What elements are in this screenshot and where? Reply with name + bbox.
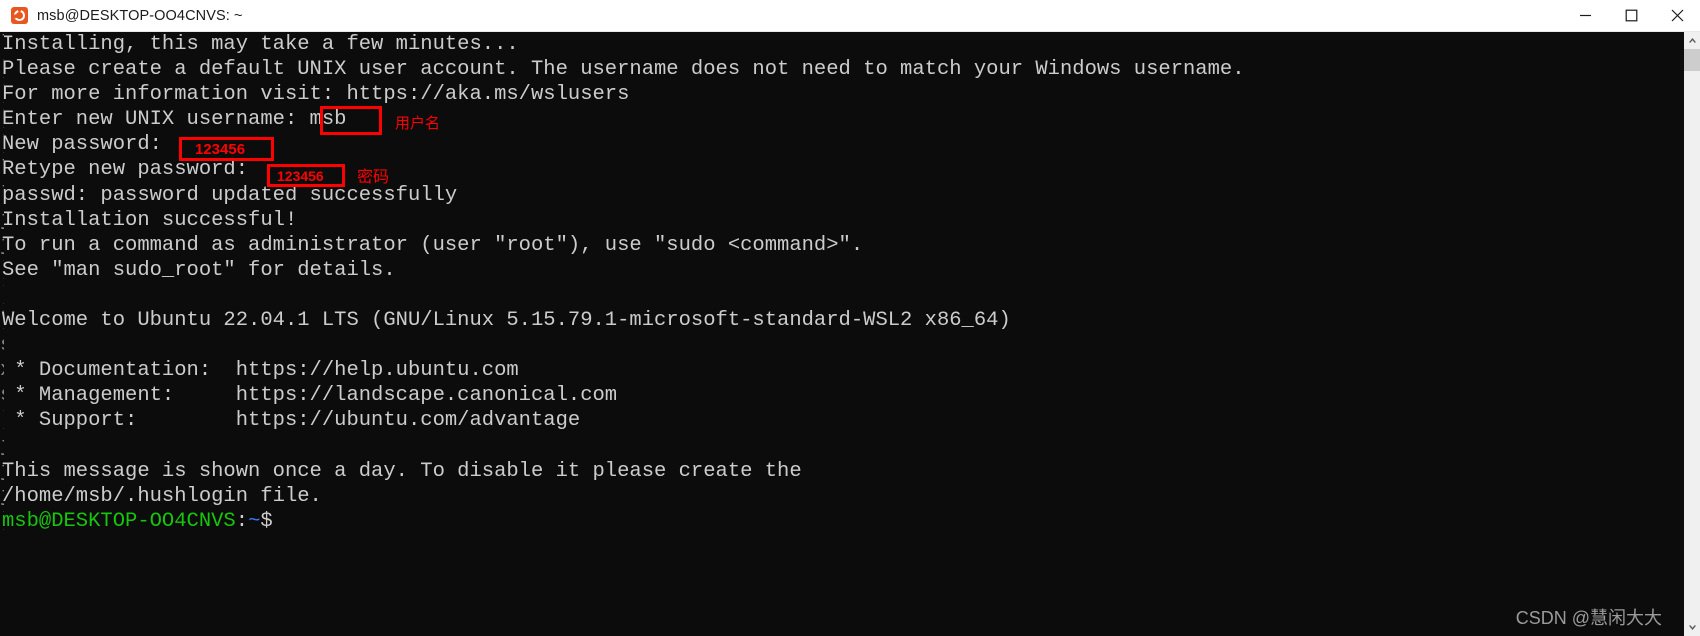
scroll-up-button[interactable] (1684, 32, 1700, 49)
scroll-down-arrow-icon (1688, 625, 1696, 630)
terminal-line: This message is shown once a day. To dis… (2, 459, 802, 483)
close-button[interactable] (1654, 0, 1700, 32)
scroll-down-button[interactable] (1684, 619, 1700, 636)
terminal-line: To run a command as administrator (user … (2, 233, 864, 257)
scrollbar-thumb[interactable] (1684, 49, 1700, 71)
terminal-line: Installing, this may take a few minutes.… (2, 33, 519, 56)
window-titlebar[interactable]: msb@DESKTOP-OO4CNVS: ~ (0, 0, 1700, 32)
terminal-prompt-line: msb@DESKTOP-OO4CNVS:~$ (0, 509, 1245, 534)
terminal-line: passwd: password updated successfully (2, 183, 458, 207)
vertical-scrollbar[interactable] (1684, 32, 1700, 636)
terminal-line: Please create a default UNIX user accoun… (2, 58, 1245, 82)
terminal-lines: Installing, this may take a few minutes.… (0, 32, 1245, 534)
terminal-line: For more information visit: https://aka.… (2, 83, 630, 107)
prompt-path: ~ (248, 509, 261, 533)
terminal-output-area[interactable]: l ) ) ) ) l l j j ) ) ) s x s ) j j j ) … (0, 32, 1684, 636)
prompt-userhost: msb@DESKTOP-OO4CNVS (2, 509, 236, 533)
terminal-line: See "man sudo_root" for details. (2, 258, 396, 282)
maximize-icon (1625, 9, 1637, 22)
scroll-up-arrow-icon (1688, 38, 1696, 43)
terminal-window: msb@DESKTOP-OO4CNVS: ~ l ) ) ) ) l l j j… (0, 0, 1700, 636)
minimize-icon (1579, 14, 1591, 17)
titlebar-left-group: msb@DESKTOP-OO4CNVS: ~ (0, 0, 243, 32)
minimize-button[interactable] (1562, 0, 1608, 32)
maximize-button[interactable] (1608, 0, 1654, 32)
watermark: CSDN @慧闲大大 (1515, 608, 1662, 628)
window-title: msb@DESKTOP-OO4CNVS: ~ (37, 7, 243, 24)
close-icon (1671, 9, 1683, 22)
prompt-symbol: $ (260, 509, 273, 533)
terminal-line: Installation successful! (2, 208, 298, 232)
ubuntu-icon (11, 7, 28, 24)
terminal-line-new-password: New password: (2, 133, 175, 157)
terminal-line-retype-password: Retype new password: (2, 158, 261, 182)
terminal-line: /home/msb/.hushlogin file. (2, 484, 322, 508)
terminal-line-welcome: Welcome to Ubuntu 22.04.1 LTS (GNU/Linux… (2, 309, 1011, 333)
prompt-colon: : (235, 509, 249, 533)
terminal-line-documentation: * Documentation: https://help.ubuntu.com (2, 359, 519, 383)
terminal-line-management: * Management: https://landscape.canonica… (2, 384, 618, 408)
terminal-line-support: * Support: https://ubuntu.com/advantage (2, 409, 581, 433)
terminal-line-username-prompt: Enter new UNIX username: msb (2, 108, 347, 132)
